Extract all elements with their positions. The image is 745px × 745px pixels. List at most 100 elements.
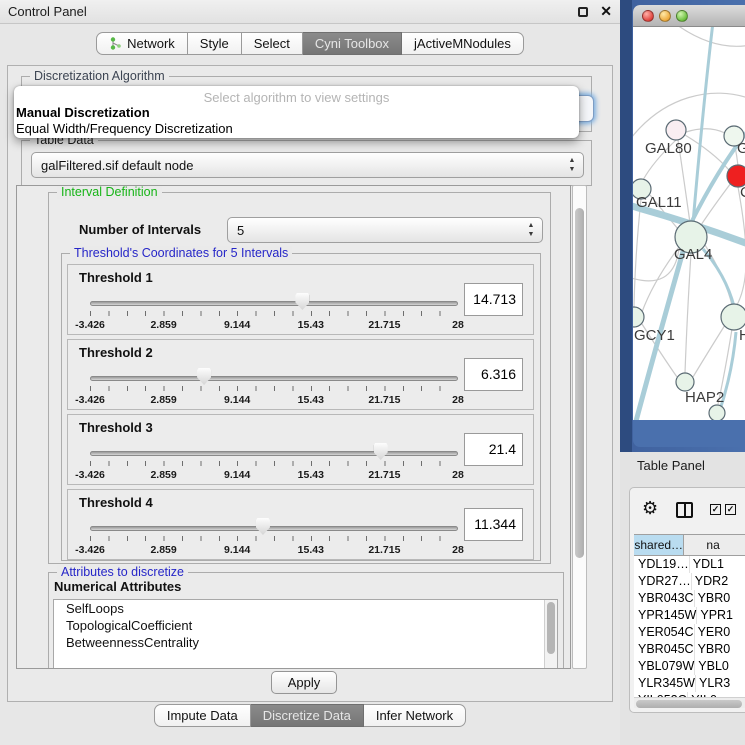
settings-vertical-scrollbar[interactable] [572,185,587,669]
threshold-4-slider[interactable]: -3.426 2.859 9.144 15.43 21.715 28 [90,518,458,558]
slider-ticks [90,386,458,391]
apply-button[interactable]: Apply [271,671,337,694]
attributes-group: Attributes to discretize Numerical Attri… [48,572,564,669]
table-horizontal-scrollbar[interactable] [634,697,745,708]
slider-ticks [90,536,458,541]
tab-infer-network[interactable]: Infer Network [364,704,466,727]
table-panel-title: Table Panel [637,458,705,473]
threshold-4-value-field[interactable]: 11.344 [464,508,523,541]
table-row[interactable]: YPR145WYPR1 [634,607,745,624]
checkbox-icon[interactable]: ✓ [710,504,721,515]
tab-discretize-data[interactable]: Discretize Data [251,704,364,727]
gear-icon[interactable]: ⚙ [642,498,658,519]
column-header-name[interactable]: na [684,535,745,555]
zoom-traffic-light[interactable] [676,10,688,22]
bottom-tab-bar: Impute Data Discretize Data Infer Networ… [0,704,620,727]
tab-style[interactable]: Style [188,32,242,55]
node-label-gal4: GAL4 [674,246,712,263]
table-row[interactable]: YDR27…YDR2 [634,573,745,590]
threshold-2-value-field[interactable]: 6.316 [464,358,523,391]
threshold-1-panel: Threshold 1 -3.426 2.859 9.144 15.43 [67,264,534,335]
discretization-algorithm-label: Discretization Algorithm [30,69,169,83]
stepper-icon: ▲▼ [526,221,536,239]
algorithm-prompt: Select algorithm to view settings [14,90,579,105]
interval-definition-group: Interval Definition Number of Intervals … [48,192,551,564]
list-scrollbar-thumb[interactable] [547,602,555,654]
close-traffic-light[interactable] [642,10,654,22]
node-label-partial-c: C [740,184,745,201]
checkbox-icon[interactable]: ✓ [725,504,736,515]
table-row[interactable]: YBR045CYBR0 [634,641,745,658]
slider-thumb[interactable] [295,293,309,310]
number-of-intervals-combobox[interactable]: 5 ▲▼ [227,217,543,243]
node-label-hap2: HAP2 [685,389,724,406]
node-label-gcy1: GCY1 [634,327,675,344]
split-columns-icon[interactable] [676,502,693,518]
numerical-attributes-list: SelfLoops TopologicalCoefficient Between… [53,599,558,669]
threshold-1-slider[interactable]: -3.426 2.859 9.144 15.43 21.715 28 [90,293,458,333]
threshold-2-slider[interactable]: -3.426 2.859 9.144 15.43 21.715 28 [90,368,458,408]
network-view-window: GAL80 G C GAL11 GAL4 GCY1 H HAP2 [633,5,745,447]
control-panel: Control Panel ✕ Network Style Select Cyn… [0,0,620,745]
scrollbar-thumb[interactable] [575,208,584,558]
list-item-topologicalcoefficient[interactable]: TopologicalCoefficient [54,617,557,634]
slider-ticks [90,461,458,466]
network-window-titlebar[interactable] [633,5,745,27]
node-gal80 [666,120,686,140]
control-panel-titlebar: Control Panel ✕ [0,0,620,24]
option-equal-width-frequency[interactable]: Equal Width/Frequency Discretization [16,121,233,136]
slider-thumb[interactable] [197,368,211,385]
tab-select[interactable]: Select [242,32,303,55]
close-icon[interactable]: ✕ [600,3,612,20]
slider-track [90,376,458,381]
list-scrollbar[interactable] [544,600,557,669]
table-row[interactable]: YBL079WYBL0 [634,658,745,675]
number-of-intervals-label: Number of Intervals [79,222,201,237]
cytoscape-desktop: GAL80 G C GAL11 GAL4 GCY1 H HAP2 [620,0,745,452]
table-row[interactable]: YLR345WYLR3 [634,675,745,692]
network-canvas[interactable]: GAL80 G C GAL11 GAL4 GCY1 H HAP2 [633,27,745,420]
tab-network[interactable]: Network [96,32,188,55]
table-data-group: Table Data galFiltered.sif default node … [21,140,592,186]
slider-thumb[interactable] [256,518,270,535]
threshold-2-panel: Threshold 2 -3.426 2.859 9.144 15.43 [67,339,534,410]
node-label-partial-g: G [737,140,745,157]
network-icon [109,37,122,50]
column-header-shared-name[interactable]: shared… [634,535,684,555]
table-row[interactable]: YER054CYER0 [634,624,745,641]
interval-definition-label: Interval Definition [57,185,162,199]
minimize-traffic-light[interactable] [659,10,671,22]
slider-ticks [90,311,458,316]
slider-track [90,451,458,456]
threshold-4-panel: Threshold 4 -3.426 2.859 9.144 15.43 [67,489,534,560]
option-manual-discretization[interactable]: Manual Discretization [16,105,150,120]
tab-impute-data[interactable]: Impute Data [154,704,251,727]
table-panel-toolbar: ⚙ ✓ ✓ [630,496,745,526]
panel-title: Control Panel [8,0,87,24]
list-item-betweennesscentrality[interactable]: BetweennessCentrality [54,634,557,651]
screen: Control Panel ✕ Network Style Select Cyn… [0,0,745,745]
stepper-icon: ▲▼ [567,156,577,174]
slider-thumb[interactable] [374,443,388,460]
top-tab-bar: Network Style Select Cyni Toolbox jActiv… [0,32,620,55]
tab-jactivemnodules[interactable]: jActiveMNodules [402,32,524,55]
node-label-gal80: GAL80 [645,140,692,157]
list-item-selfloops[interactable]: SelfLoops [54,600,557,617]
node-label-partial-h: H [739,327,745,344]
threshold-3-panel: Threshold 3 -3.426 2.859 9.144 15.43 [67,414,534,485]
thresholds-group-label: Threshold's Coordinates for 5 Intervals [70,246,292,260]
float-window-icon[interactable] [578,7,588,17]
node-bottom [709,405,725,420]
threshold-3-value-field[interactable]: 21.4 [464,433,523,466]
table-row[interactable]: YBR043CYBR0 [634,590,745,607]
cyni-content: Discretization Algorithm Select algorith… [7,65,613,702]
scrollbar-thumb[interactable] [636,700,742,708]
node-label-gal11: GAL11 [636,194,682,211]
table-data-combobox[interactable]: galFiltered.sif default node ▲▼ [31,152,584,178]
thresholds-group: Threshold's Coordinates for 5 Intervals … [61,253,541,561]
table-row[interactable]: YDL19…YDL1 [634,556,745,573]
threshold-3-slider[interactable]: -3.426 2.859 9.144 15.43 21.715 28 [90,443,458,483]
slider-track [90,301,458,306]
tab-cyni-toolbox[interactable]: Cyni Toolbox [303,32,402,55]
threshold-1-value-field[interactable]: 14.713 [464,283,523,316]
